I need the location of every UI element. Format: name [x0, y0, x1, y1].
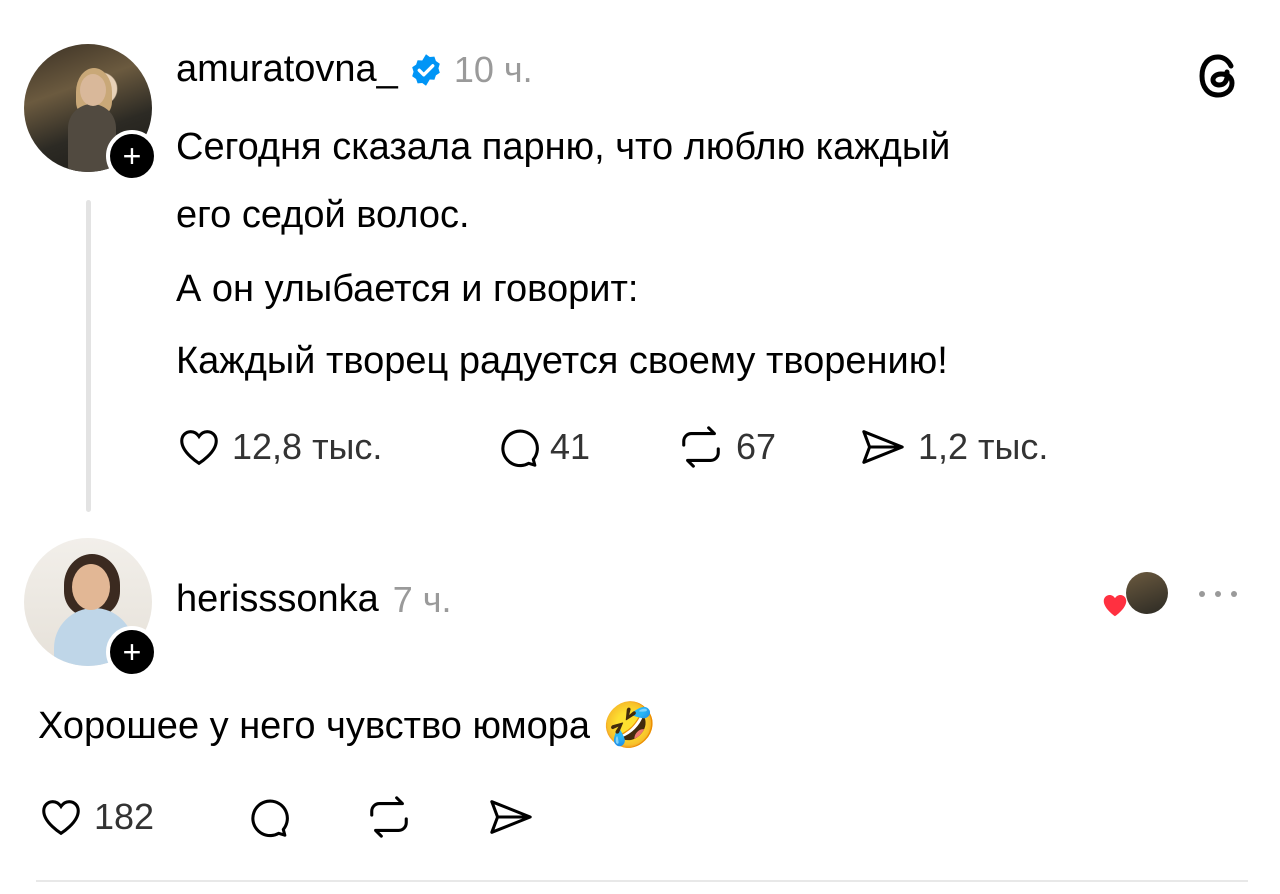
repost-icon — [676, 424, 726, 470]
thread-line — [86, 200, 91, 512]
author-avatar-mini — [1126, 572, 1168, 614]
reply-text: Хорошее у него чувство юмора — [38, 705, 591, 747]
post-line-3: А он улыбается и говорит: — [176, 268, 639, 310]
repost-button[interactable]: 67 — [676, 424, 776, 470]
follow-plus-icon[interactable]: + — [106, 626, 158, 678]
reply-repost-button[interactable] — [364, 794, 414, 840]
rofl-emoji-icon: 🤣 — [602, 701, 657, 750]
heart-icon — [38, 794, 84, 840]
reply-time: 7 ч. — [392, 578, 452, 620]
more-icon[interactable] — [1194, 582, 1242, 606]
heart-icon — [1103, 595, 1127, 617]
comment-count: 41 — [550, 426, 591, 467]
repost-icon — [364, 794, 414, 840]
like-button[interactable]: 12,8 тыс. — [176, 424, 382, 470]
share-icon — [858, 424, 908, 470]
heart-icon — [176, 424, 222, 470]
comment-icon — [494, 424, 540, 470]
share-icon — [486, 794, 536, 840]
share-button[interactable]: 1,2 тыс. — [858, 424, 1048, 470]
share-count: 1,2 тыс. — [918, 426, 1049, 467]
reply-comment-button[interactable] — [244, 794, 290, 840]
comment-button[interactable]: 41 — [494, 424, 590, 470]
reply-username[interactable]: herisssonka — [176, 578, 379, 621]
verified-badge-icon — [408, 52, 444, 88]
post-time: 10 ч. — [453, 48, 533, 90]
divider — [36, 880, 1248, 882]
follow-plus-icon[interactable]: + — [106, 130, 158, 182]
reply-share-button[interactable] — [486, 794, 536, 840]
reply-like-count: 182 — [94, 796, 155, 837]
reply-like-button[interactable]: 182 — [38, 794, 154, 840]
author-liked-badge — [1100, 572, 1172, 620]
like-count: 12,8 тыс. — [232, 426, 383, 467]
post-line-4: Каждый творец радуется своему творению! — [176, 340, 948, 382]
post-line-2: его седой волос. — [176, 194, 470, 236]
repost-count: 67 — [736, 426, 777, 467]
post-line-1: Сегодня сказала парню, что люблю каждый — [176, 126, 951, 168]
threads-logo-icon[interactable] — [1196, 52, 1244, 100]
comment-icon — [244, 794, 290, 840]
post-username[interactable]: amuratovna_ — [176, 48, 398, 91]
